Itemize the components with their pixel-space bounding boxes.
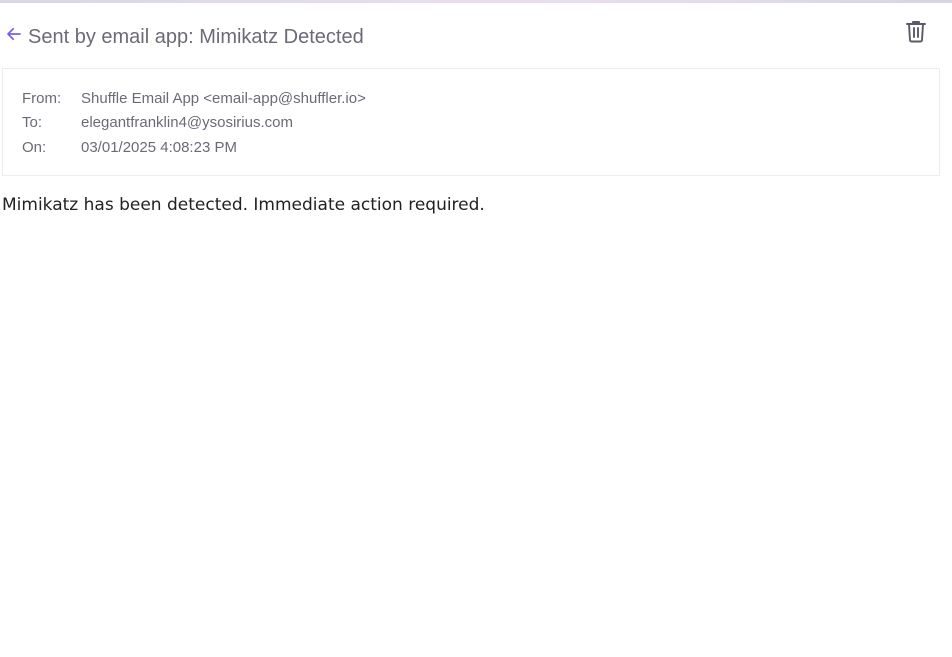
delete-button[interactable] [903,18,929,44]
from-label: From: [22,90,62,107]
to-value: elegantfranklin4@ysosirius.com [81,114,293,131]
to-label: To: [22,114,43,131]
from-value: Shuffle Email App <email-app@shuffler.io… [81,90,366,107]
date-value: 03/01/2025 4:08:23 PM [81,139,237,156]
trash-icon [906,21,926,43]
date-label: On: [22,139,47,156]
email-body: Mimikatz has been detected. Immediate ac… [2,195,485,215]
arrow-left-icon [7,27,21,41]
email-subject: Sent by email app: Mimikatz Detected [28,26,364,48]
email-metadata: From: Shuffle Email App <email-app@shuff… [2,68,940,176]
back-button[interactable] [3,23,25,45]
email-header: Sent by email app: Mimikatz Detected [0,3,952,67]
